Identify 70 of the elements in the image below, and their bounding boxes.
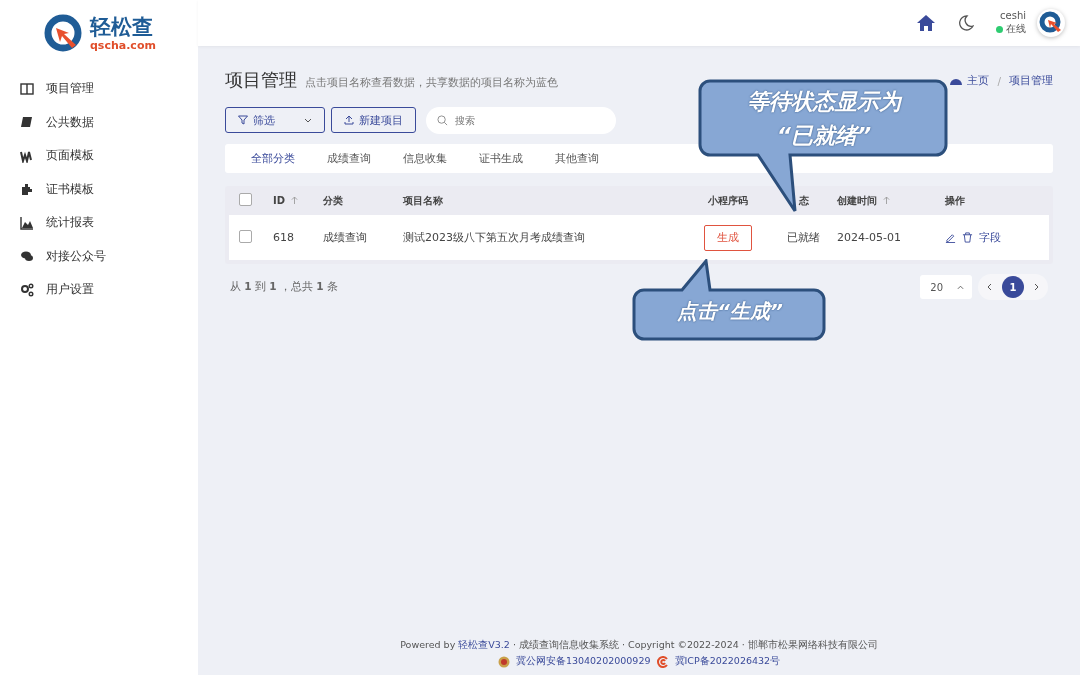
column-header: 分类 bbox=[323, 193, 343, 208]
home-icon[interactable] bbox=[916, 14, 936, 32]
sidebar-item[interactable]: 证书模板 bbox=[0, 172, 198, 206]
category-tab[interactable]: 其他查询 bbox=[555, 151, 631, 166]
table-cell-text: 2024-05-01 bbox=[837, 231, 902, 244]
sidebar-item[interactable]: 用户设置 bbox=[0, 273, 198, 307]
category-tab[interactable]: 成绩查询 bbox=[327, 151, 403, 166]
generate-button[interactable]: 生成 bbox=[704, 224, 752, 251]
version-link[interactable]: 轻松查V3.2 bbox=[458, 639, 510, 650]
table-cell-text: 已就绪 bbox=[786, 230, 821, 245]
callout-text: 点击“生成” bbox=[676, 298, 784, 325]
page-subtitle: 点击项目名称查看数据，共享数据的项目名称为蓝色 bbox=[305, 75, 558, 90]
column-header: 态 bbox=[799, 193, 809, 208]
logo-icon bbox=[44, 14, 84, 54]
category-tab[interactable]: 信息收集 bbox=[403, 151, 479, 166]
trash-icon[interactable] bbox=[962, 232, 973, 243]
column-header: 小程序码 bbox=[708, 193, 748, 208]
edit-icon[interactable] bbox=[945, 232, 956, 243]
new-project-button[interactable]: 新建项目 bbox=[331, 107, 416, 133]
column-header: 操作 bbox=[945, 193, 965, 208]
column-header: 项目名称 bbox=[403, 193, 443, 208]
police-badge-icon bbox=[497, 655, 510, 668]
breadcrumb-current: 项目管理 bbox=[1009, 74, 1053, 88]
column-header[interactable]: ID bbox=[273, 195, 286, 206]
result-summary: 从 1 到 1 ，总共 1 条 bbox=[230, 280, 338, 294]
page-title: 项目管理 bbox=[225, 68, 297, 92]
chevron-down-icon bbox=[304, 117, 312, 123]
search-icon bbox=[437, 115, 448, 126]
column-header[interactable]: 创建时间 bbox=[837, 193, 877, 208]
filter-dropdown[interactable]: 筛选 bbox=[225, 107, 325, 133]
breadcrumb-separator: / bbox=[997, 75, 1001, 87]
project-name-link[interactable]: 测试2023级八下第五次月考成绩查询 bbox=[403, 230, 683, 245]
sidebar-item[interactable]: 对接公众号 bbox=[0, 239, 198, 273]
select-all-checkbox[interactable] bbox=[239, 193, 252, 206]
book-icon bbox=[20, 115, 34, 130]
page-size-select[interactable]: 20 bbox=[920, 275, 972, 299]
footer-text: Powered by 轻松查V3.2 · 成绩查询信息收集系统 · Copyright ©2022-2024 · 邯郸市松果网络科技有限公司 bbox=[400, 639, 878, 652]
logo-name: 轻松查 bbox=[90, 17, 154, 38]
dashboard-icon bbox=[950, 76, 963, 86]
puzzle-icon bbox=[20, 182, 34, 197]
sidebar-item[interactable]: 页面模板 bbox=[0, 139, 198, 173]
police-record-link[interactable]: 冀公网安备13040202000929 bbox=[515, 655, 651, 668]
gears-icon bbox=[20, 282, 34, 297]
category-tab[interactable]: 证书生成 bbox=[479, 151, 555, 166]
fields-link[interactable]: 字段 bbox=[979, 230, 1001, 245]
chevron-up-icon bbox=[957, 284, 964, 290]
row-checkbox[interactable] bbox=[239, 229, 252, 243]
swirl-icon bbox=[656, 655, 669, 668]
filter-icon bbox=[238, 115, 248, 125]
breadcrumb-link[interactable]: 主页 bbox=[967, 74, 990, 88]
username: ceshi bbox=[1000, 10, 1026, 21]
area-chart-icon bbox=[20, 215, 34, 230]
icp-record-link[interactable]: 冀ICP备2022026432号 bbox=[674, 655, 781, 668]
sidebar-item[interactable]: 项目管理 bbox=[0, 72, 198, 106]
category-tab[interactable]: 全部分类 bbox=[251, 151, 327, 166]
chevron-left-icon[interactable] bbox=[986, 283, 992, 291]
logo-domain: qscha.com bbox=[90, 40, 156, 51]
chat-icon bbox=[20, 249, 34, 264]
table-cell-text: 成绩查询 bbox=[323, 230, 368, 245]
callout-text: 等待状态显示为 “已就绪” bbox=[746, 88, 904, 150]
online-status: 在线 bbox=[1006, 22, 1026, 36]
moon-icon[interactable] bbox=[958, 15, 974, 31]
search-field[interactable]: 搜索 bbox=[426, 107, 616, 134]
columns-icon bbox=[20, 81, 34, 96]
upload-icon bbox=[344, 115, 354, 125]
table-cell-text: 618 bbox=[273, 231, 295, 244]
sidebar-item[interactable]: 统计报表 bbox=[0, 206, 198, 240]
page-button[interactable]: 1 bbox=[1002, 276, 1024, 298]
chevron-right-icon[interactable] bbox=[1034, 283, 1040, 291]
sidebar-item[interactable]: 公共数据 bbox=[0, 105, 198, 139]
